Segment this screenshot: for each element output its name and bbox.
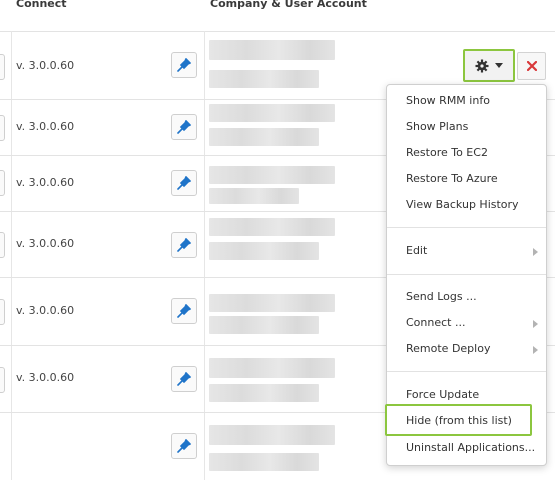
redacted-user-account (209, 316, 319, 334)
menu-divider (387, 274, 546, 275)
agent-version: v. 3.0.0.60 (16, 304, 75, 317)
plug-icon (177, 120, 191, 134)
plug-icon (177, 439, 191, 453)
connect-button[interactable] (171, 298, 197, 324)
plug-icon (177, 58, 191, 72)
redacted-company-name (209, 294, 335, 312)
caret-down-icon (495, 63, 503, 68)
redacted-user-account (209, 384, 319, 402)
menu-item-edit[interactable]: Edit (387, 240, 546, 264)
plug-icon (177, 304, 191, 318)
settings-dropdown-button[interactable] (463, 49, 515, 82)
redacted-company-name (209, 40, 335, 60)
row-action-button[interactable] (0, 367, 5, 393)
redacted-company-name (209, 166, 335, 184)
table-header: Connect Company & User Account (0, 0, 555, 32)
menu-item-label: Hide (from this list) (406, 414, 512, 427)
menu-item-remote-deploy[interactable]: Remote Deploy (387, 338, 546, 362)
plug-icon (177, 176, 191, 190)
row-action-button[interactable] (0, 170, 5, 196)
row-action-button[interactable] (0, 115, 5, 141)
submenu-arrow-icon (533, 346, 538, 354)
menu-item-hide-from-list[interactable]: Hide (from this list) (385, 404, 532, 436)
redacted-user-account (209, 242, 319, 260)
redacted-user-account (209, 128, 319, 146)
agent-version: v. 3.0.0.60 (16, 237, 75, 250)
menu-item-restore-to-azure[interactable]: Restore To Azure (387, 168, 546, 192)
agent-version: v. 3.0.0.60 (16, 120, 75, 133)
menu-item-send-logs[interactable]: Send Logs ... (387, 286, 546, 310)
redacted-company-name (209, 358, 335, 378)
submenu-arrow-icon (533, 320, 538, 328)
connect-button[interactable] (171, 52, 197, 78)
redacted-user-account (209, 70, 319, 88)
menu-item-connect[interactable]: Connect ... (387, 312, 546, 336)
menu-item-view-backup-history[interactable]: View Backup History (387, 194, 546, 218)
menu-divider (387, 227, 546, 228)
row-action-button[interactable] (0, 54, 5, 80)
plug-icon (177, 238, 191, 252)
agent-version: v. 3.0.0.60 (16, 176, 75, 189)
redacted-user-account (209, 453, 319, 471)
connect-button[interactable] (171, 170, 197, 196)
redacted-company-name (209, 425, 335, 445)
remove-button[interactable] (517, 52, 546, 80)
connect-button[interactable] (171, 366, 197, 392)
column-header-connect: Connect (16, 0, 67, 10)
agent-version: v. 3.0.0.60 (16, 371, 75, 384)
connect-button[interactable] (171, 232, 197, 258)
redacted-company-name (209, 104, 335, 122)
close-icon (526, 61, 537, 71)
menu-item-restore-to-ec2[interactable]: Restore To EC2 (387, 142, 546, 166)
row-action-button[interactable] (0, 232, 5, 258)
gear-icon (475, 59, 489, 72)
menu-divider (387, 371, 546, 372)
connect-button[interactable] (171, 114, 197, 140)
submenu-arrow-icon (533, 248, 538, 256)
menu-item-uninstall-applications[interactable]: Uninstall Applications... (387, 437, 546, 461)
menu-item-label: Uninstall Applications... (406, 441, 536, 454)
redacted-company-name (209, 218, 335, 236)
agent-version: v. 3.0.0.60 (16, 59, 75, 72)
plug-icon (177, 372, 191, 386)
menu-item-show-plans[interactable]: Show Plans (387, 116, 546, 140)
menu-item-show-rmm-info[interactable]: Show RMM info (387, 90, 546, 114)
redacted-user-account (209, 188, 299, 204)
connect-button[interactable] (171, 433, 197, 459)
column-header-company-account: Company & User Account (210, 0, 367, 10)
row-action-button[interactable] (0, 299, 5, 325)
